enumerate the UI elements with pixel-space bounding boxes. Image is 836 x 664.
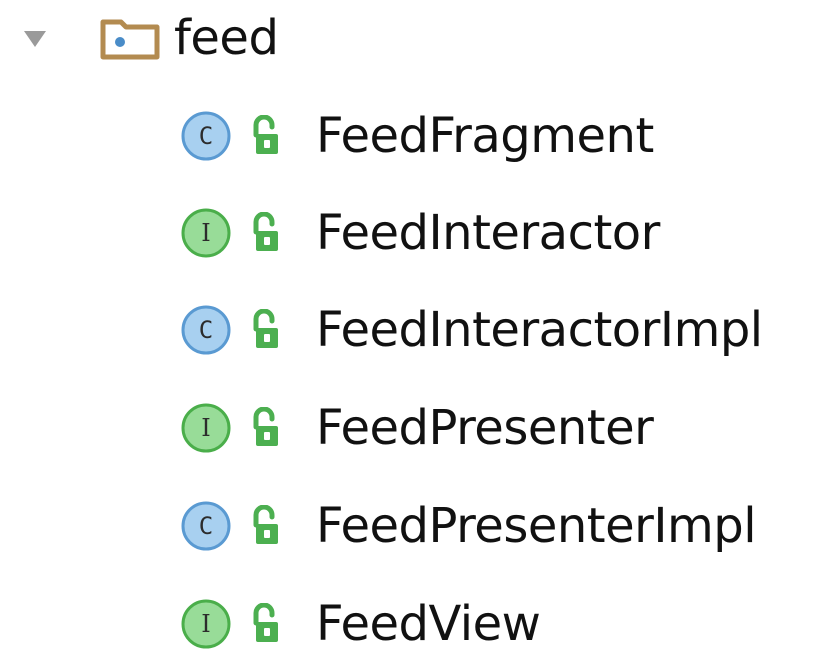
tree-item-label: FeedInteractor <box>316 205 660 261</box>
unlock-icon <box>250 504 282 547</box>
tree-item[interactable]: I FeedView <box>180 584 541 664</box>
tree-item[interactable]: C FeedPresenterImpl <box>180 486 757 566</box>
unlock-icon <box>250 114 282 157</box>
chevron-down-icon[interactable] <box>22 25 48 51</box>
svg-text:C: C <box>199 512 213 540</box>
package-folder-icon <box>100 16 160 60</box>
project-tree: feed C FeedFragment I FeedInteractor C F… <box>0 0 836 649</box>
svg-text:I: I <box>201 610 210 638</box>
unlock-icon <box>250 602 282 645</box>
unlock-icon <box>250 406 282 449</box>
tree-item[interactable]: I FeedInteractor <box>180 193 660 273</box>
class-icon: C <box>180 110 232 162</box>
tree-item[interactable]: C FeedFragment <box>180 96 654 176</box>
tree-item-label: FeedFragment <box>316 108 654 164</box>
tree-item-label: FeedPresenter <box>316 400 654 456</box>
tree-item-label: FeedPresenterImpl <box>316 498 757 554</box>
svg-text:I: I <box>201 219 210 247</box>
class-icon: C <box>180 500 232 552</box>
svg-text:C: C <box>199 122 213 150</box>
tree-item-label: FeedView <box>316 596 541 652</box>
unlock-icon <box>250 211 282 254</box>
svg-text:C: C <box>199 316 213 344</box>
interface-icon: I <box>180 402 232 454</box>
class-icon: C <box>180 304 232 356</box>
interface-icon: I <box>180 207 232 259</box>
tree-item-label: FeedInteractorImpl <box>316 302 763 358</box>
tree-node-package[interactable]: feed <box>22 0 279 78</box>
interface-icon: I <box>180 598 232 650</box>
tree-item[interactable]: C FeedInteractorImpl <box>180 290 763 370</box>
unlock-icon <box>250 308 282 351</box>
package-name: feed <box>174 10 279 66</box>
svg-text:I: I <box>201 414 210 442</box>
tree-item[interactable]: I FeedPresenter <box>180 388 654 468</box>
